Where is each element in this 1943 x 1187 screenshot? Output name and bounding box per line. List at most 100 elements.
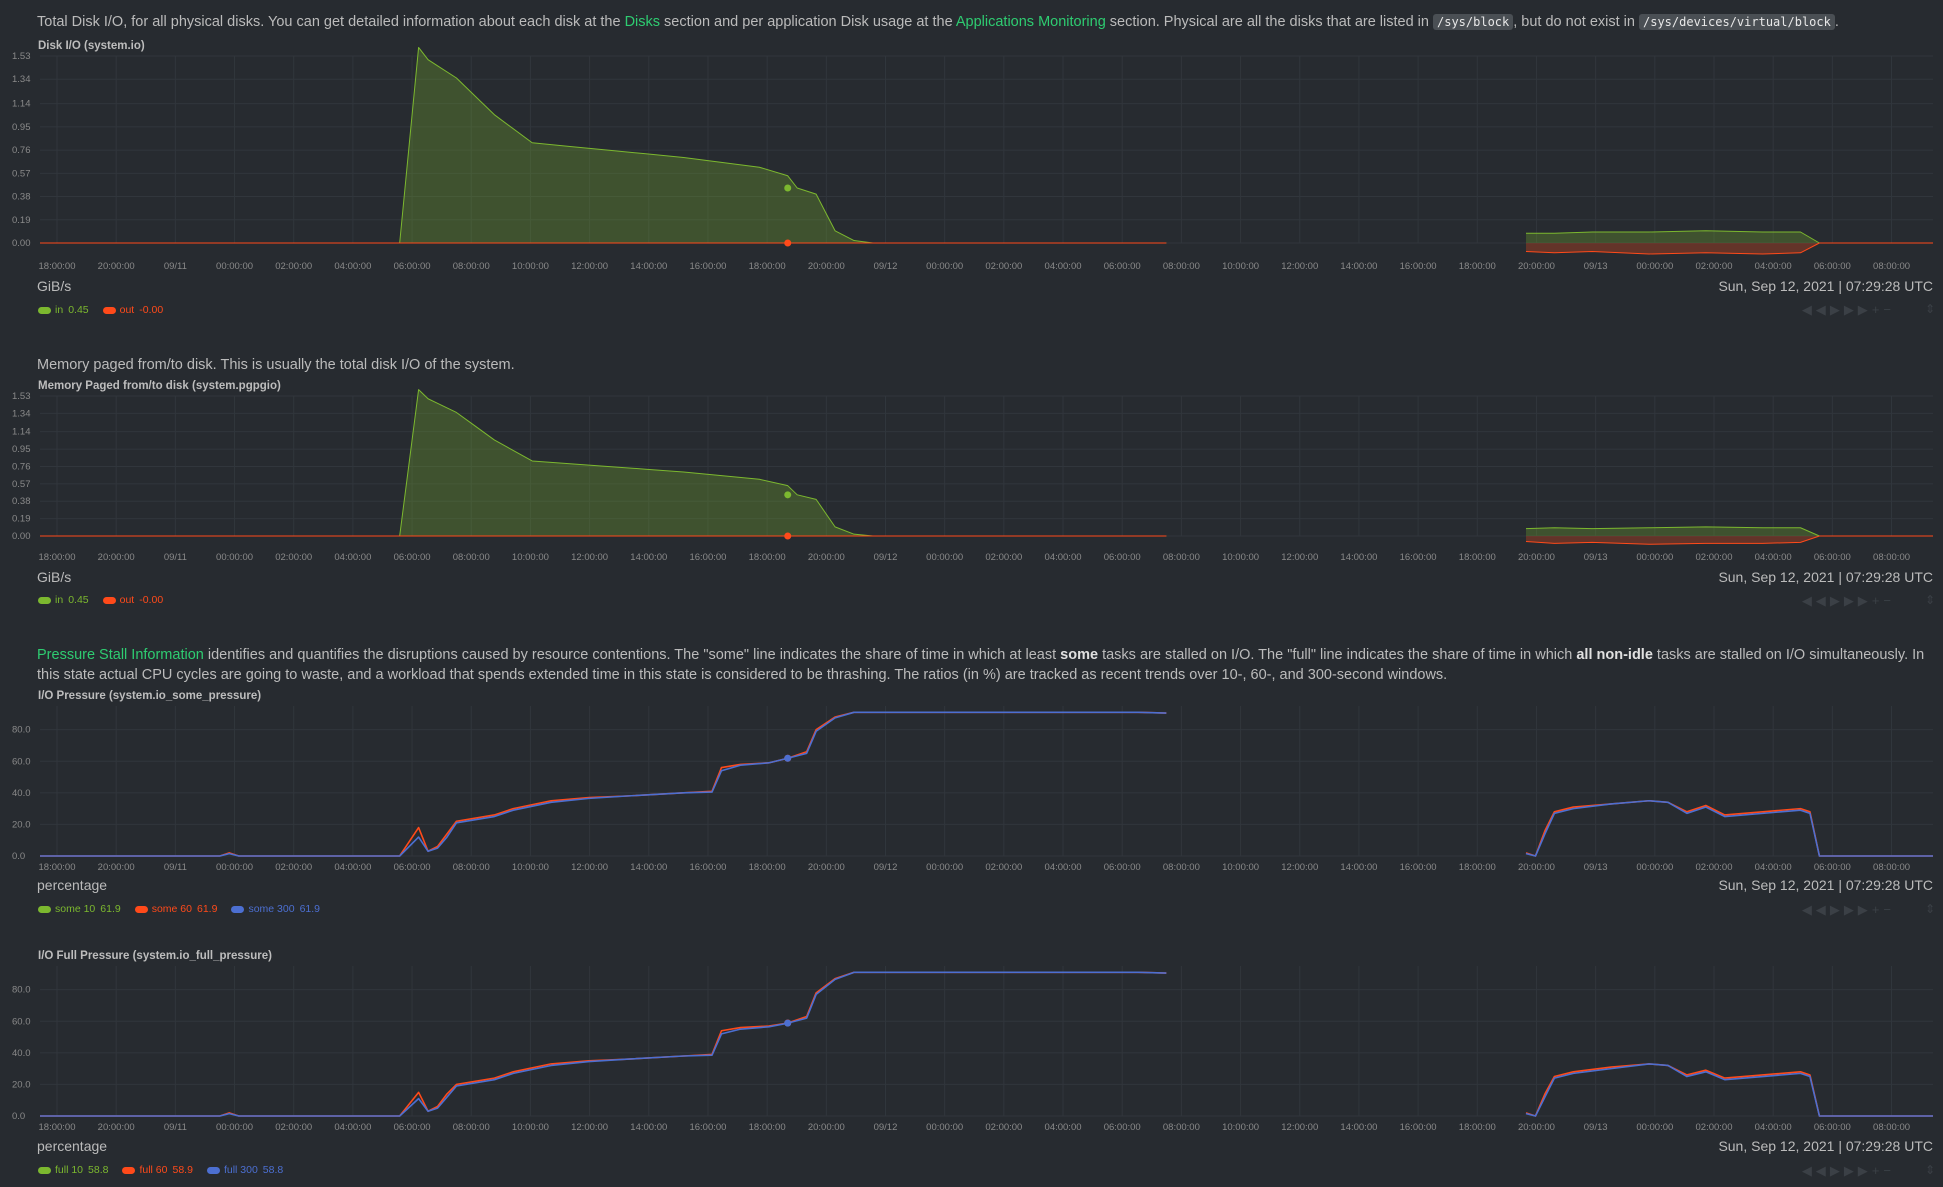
x-tick-label: 14:00:00 [630,261,667,272]
disks-link[interactable]: Disks [625,14,660,30]
x-tick-label: 20:00:00 [1518,261,1555,272]
chart-controls[interactable]: ◀◀▶▶▶+− [1802,902,1895,918]
legend-item[interactable]: out -0.00 [102,304,164,316]
play-icon[interactable]: ▶ [1830,593,1844,608]
x-tick-label: 02:00:00 [275,1122,312,1133]
rewind-icon[interactable]: ◀◀ [1802,593,1830,608]
x-tick-label: 08:00:00 [1163,261,1200,272]
applications-monitoring-link[interactable]: Applications Monitoring [956,14,1106,30]
legend-value: 61.9 [299,903,320,915]
chart-plot[interactable]: 0.0 20.0 40.0 60.0 80.0 18:00:00 20:00:00 09/11… [0,950,1943,1140]
legend-item[interactable]: some 60 61.9 [134,903,217,915]
x-tick-label: 09/12 [874,1122,898,1133]
series-line-full-300 [1525,1063,1933,1117]
y-tick-label: 40.0 [12,1048,31,1059]
fast-forward-icon[interactable]: ▶▶ [1844,302,1872,317]
y-tick-label: 0.95 [12,444,31,455]
x-tick-label: 02:00:00 [985,552,1022,563]
legend-item[interactable]: out -0.00 [102,594,163,606]
x-tick-label: 10:00:00 [512,552,549,563]
x-tick-label: 02:00:00 [275,862,312,873]
x-tick-label: 00:00:00 [1636,552,1673,563]
highlight-point [784,239,792,247]
zoom-out-icon[interactable]: − [1883,1163,1895,1178]
units-label: GiB/s [37,569,72,585]
resize-handle-icon[interactable]: ⇕ [1925,593,1935,607]
x-tick-label: 02:00:00 [275,552,312,563]
x-tick-label: 18:00:00 [39,261,76,272]
desc-text: , but do not exist in [1513,14,1639,30]
x-tick-label: 06:00:00 [1814,1122,1851,1133]
x-tick-label: 08:00:00 [1163,862,1200,873]
play-icon[interactable]: ▶ [1830,902,1844,917]
x-tick-label: 14:00:00 [1340,552,1377,563]
x-tick-label: 08:00:00 [453,1122,490,1133]
fast-forward-icon[interactable]: ▶▶ [1844,1163,1872,1178]
resize-handle-icon[interactable]: ⇕ [1925,902,1935,916]
fast-forward-icon[interactable]: ▶▶ [1844,902,1872,917]
legend-value: -0.00 [139,304,164,316]
series-line-full-60 [40,971,1167,1117]
chart-disk-io[interactable]: Disk I/O (system.io) 0.00 0.19 0.38 0.57 0.7… [0,40,1943,330]
legend-item[interactable]: some 10 61.9 [38,903,121,915]
legend-item[interactable]: in 0.45 [38,594,89,606]
series-line-some-60 [1525,799,1933,857]
rewind-icon[interactable]: ◀◀ [1802,902,1830,917]
zoom-in-icon[interactable]: + [1872,302,1884,317]
play-icon[interactable]: ▶ [1830,302,1844,317]
x-tick-label: 14:00:00 [1340,261,1377,272]
chart-controls[interactable]: ◀◀▶▶▶+− [1802,1163,1895,1179]
rewind-icon[interactable]: ◀◀ [1802,1163,1830,1178]
x-tick-label: 14:00:00 [1340,1122,1377,1133]
x-tick-label: 00:00:00 [216,261,253,272]
zoom-out-icon[interactable]: − [1883,302,1895,317]
x-tick-label: 16:00:00 [1400,552,1437,563]
legend-item[interactable]: full 60 58.9 [122,1164,193,1176]
desc-text: Total Disk I/O, for all physical disks. … [37,14,625,30]
chart-io-full-pressure[interactable]: I/O Full Pressure (system.io_full_pressu… [0,950,1943,1187]
chart-controls[interactable]: ◀◀▶▶▶+− [1802,593,1895,609]
legend-name: some 60 [151,903,192,915]
zoom-in-icon[interactable]: + [1872,593,1884,608]
legend-swatch [134,905,148,913]
sys-block-code: /sys/block [1433,14,1514,30]
chart-plot[interactable]: 0.00 0.19 0.38 0.57 0.76 0.95 1.14 1.34 1.53 18:0… [0,380,1943,575]
x-tick-label: 02:00:00 [275,261,312,272]
resize-handle-icon[interactable]: ⇕ [1925,302,1935,316]
zoom-out-icon[interactable]: − [1883,902,1895,917]
chart-controls[interactable]: ◀◀▶▶▶+− [1802,302,1895,318]
y-tick-label: 0.0 [12,1111,25,1122]
legend-item[interactable]: in 0.45 [38,304,89,316]
legend-swatch [102,596,116,604]
play-icon[interactable]: ▶ [1830,1163,1844,1178]
chart-io-some-pressure[interactable]: I/O Pressure (system.io_some_pressure) 0… [0,690,1943,940]
zoom-in-icon[interactable]: + [1872,1163,1884,1178]
pressure-stall-information-link[interactable]: Pressure Stall Information [37,647,204,663]
rewind-icon[interactable]: ◀◀ [1802,302,1830,317]
datetime-label: Sun, Sep 12, 2021 | 07:29:28 UTC [1718,1138,1933,1154]
chart-plot[interactable]: 0.0 20.0 40.0 60.0 80.0 18:00:00 20:00:00 09/11… [0,690,1943,890]
resize-handle-icon[interactable]: ⇕ [1925,1163,1935,1177]
desc-bold: all non-idle [1576,647,1653,663]
legend-item[interactable]: some 300 61.9 [231,903,320,915]
fast-forward-icon[interactable]: ▶▶ [1844,593,1872,608]
x-tick-label: 20:00:00 [1518,552,1555,563]
x-tick-label: 00:00:00 [216,552,253,563]
x-tick-label: 16:00:00 [689,552,726,563]
series-line-some-60 [40,711,1167,857]
x-tick-label: 09/13 [1584,862,1608,873]
x-tick-label: 00:00:00 [216,1122,253,1133]
series-line-some-300 [1525,799,1933,857]
legend-item[interactable]: full 300 58.8 [206,1164,283,1176]
zoom-in-icon[interactable]: + [1872,902,1884,917]
y-tick-label: 1.14 [12,427,31,438]
zoom-out-icon[interactable]: − [1883,593,1895,608]
x-tick-label: 04:00:00 [334,1122,371,1133]
desc-text: identifies and quantifies the disruption… [203,647,1061,663]
x-tick-label: 18:00:00 [39,1122,76,1133]
chart-pgpgio[interactable]: Memory Paged from/to disk (system.pgpgio… [0,380,1943,620]
x-tick-label: 10:00:00 [1222,552,1259,563]
chart-plot[interactable]: 0.00 0.19 0.38 0.57 0.76 0.95 1.14 1.34 1.53 18:0… [0,40,1943,275]
legend-item[interactable]: full 10 58.8 [38,1164,108,1176]
x-tick-label: 02:00:00 [1696,1122,1733,1133]
